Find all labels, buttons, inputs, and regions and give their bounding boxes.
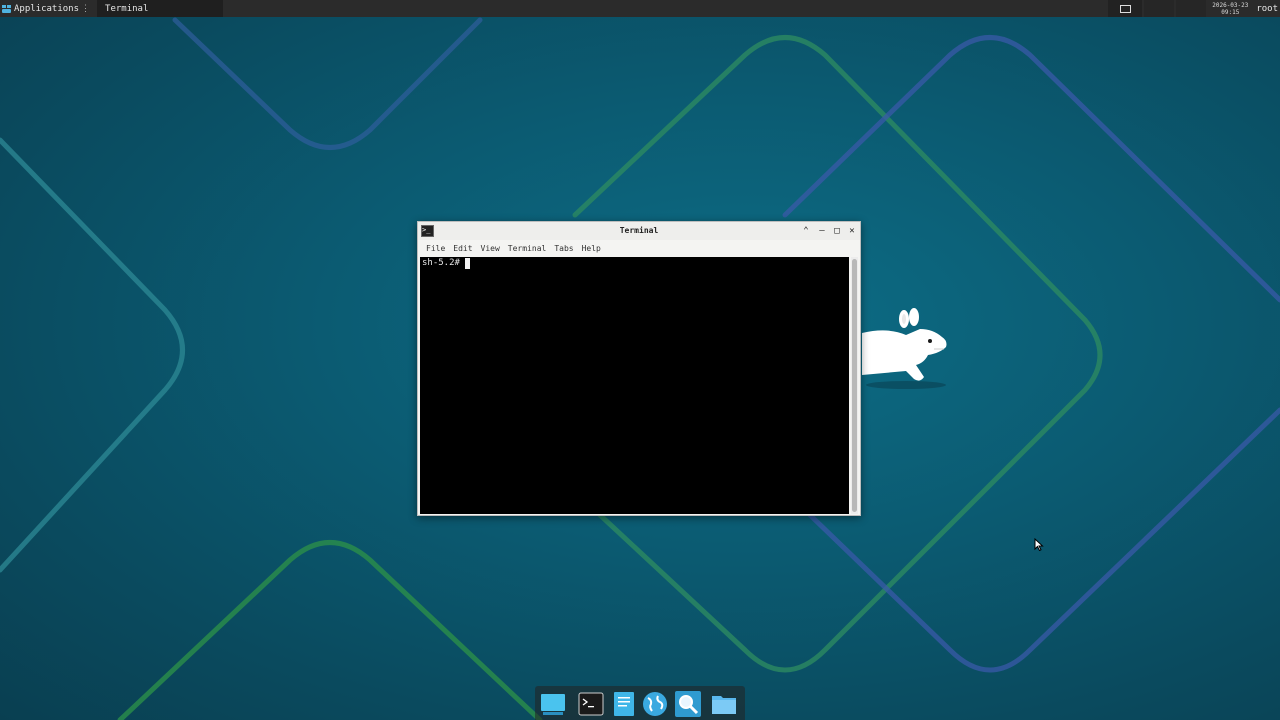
terminal-scrollbar[interactable] xyxy=(851,257,858,514)
mouse-mascot-icon xyxy=(862,308,947,389)
panel-clock[interactable]: 2026-03-23 09:15 xyxy=(1210,2,1250,16)
applications-separator: ⋮ xyxy=(81,3,91,14)
minimize-button[interactable]: – xyxy=(816,225,828,237)
menu-edit[interactable]: Edit xyxy=(453,244,472,253)
desktop-icon[interactable] xyxy=(540,691,566,717)
user-menu[interactable]: root xyxy=(1250,4,1280,14)
terminal-icon[interactable] xyxy=(578,691,604,717)
clock-date: 2026-03-23 xyxy=(1212,1,1249,9)
maximize-button[interactable]: □ xyxy=(831,225,843,237)
window-icon xyxy=(1119,4,1131,13)
show-desktop-button[interactable] xyxy=(1108,0,1143,17)
shade-button[interactable]: ⌃ xyxy=(800,225,812,237)
window-title: Terminal xyxy=(619,226,659,235)
file-manager-icon[interactable] xyxy=(711,691,737,717)
applications-label: Applications xyxy=(14,3,80,14)
terminal-output[interactable]: sh-5.2# xyxy=(420,257,849,514)
tray-slot xyxy=(1176,0,1207,17)
applications-menu[interactable]: Applications ⋮ xyxy=(0,0,94,17)
menu-tabs[interactable]: Tabs xyxy=(554,244,573,253)
taskbar-terminal-button[interactable]: Terminal xyxy=(97,0,224,17)
menu-help[interactable]: Help xyxy=(582,244,601,253)
scrollbar-thumb[interactable] xyxy=(852,259,857,512)
shell-prompt: sh-5.2# xyxy=(422,258,466,268)
menu-view[interactable]: View xyxy=(481,244,500,253)
web-browser-icon[interactable] xyxy=(642,691,668,717)
text-cursor xyxy=(465,258,470,269)
applications-logo-icon xyxy=(2,4,11,13)
close-button[interactable]: ✕ xyxy=(846,225,858,237)
window-titlebar[interactable]: >_ Terminal ⌃ – □ ✕ xyxy=(418,222,860,240)
menu-terminal[interactable]: Terminal xyxy=(508,244,547,253)
top-panel: Applications ⋮ Terminal 2026-03-23 09:15… xyxy=(0,0,1280,17)
dock xyxy=(535,686,745,720)
menu-file[interactable]: File xyxy=(426,244,445,253)
tray-slot xyxy=(1144,0,1175,17)
terminal-window: >_ Terminal ⌃ – □ ✕ File Edit View Termi… xyxy=(417,221,861,516)
clock-time: 09:15 xyxy=(1221,8,1240,16)
menu-bar: File Edit View Terminal Tabs Help xyxy=(418,241,864,256)
text-editor-icon[interactable] xyxy=(611,691,637,717)
search-icon[interactable] xyxy=(675,691,701,717)
taskbar-terminal-label: Terminal xyxy=(105,3,149,14)
mouse-pointer-icon xyxy=(1034,538,1044,552)
